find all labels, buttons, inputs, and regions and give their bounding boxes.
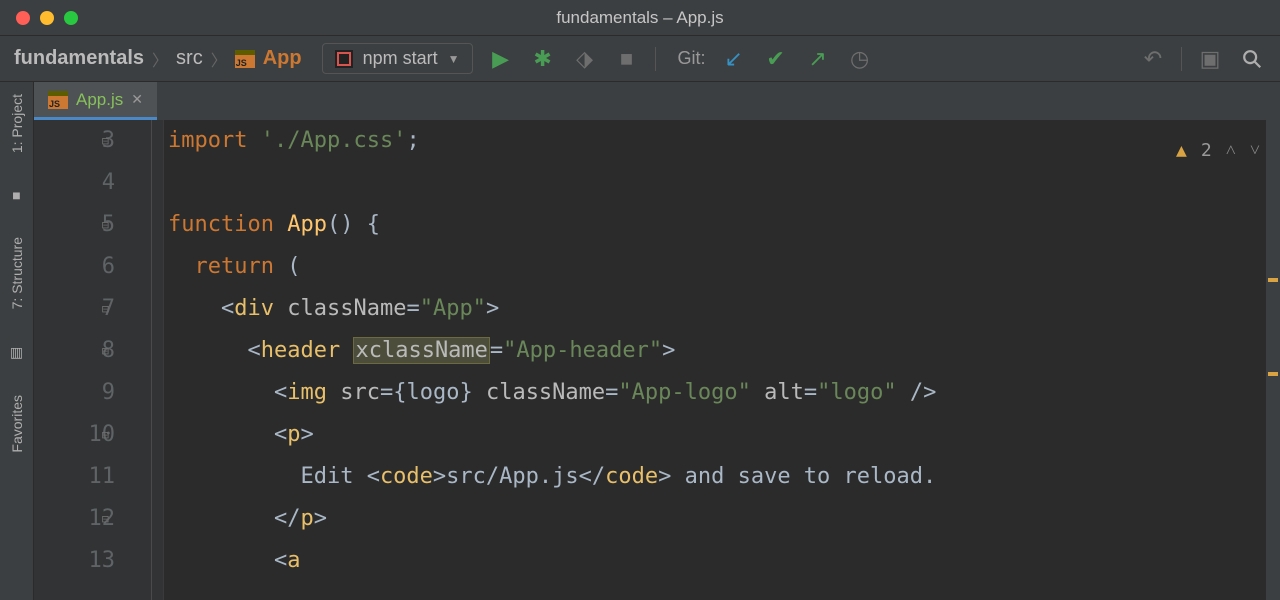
close-tab-button[interactable]: ✕: [131, 91, 143, 108]
chevron-down-icon[interactable]: ˅: [1250, 130, 1260, 172]
code-editor[interactable]: 3⊟ 4 5⊟ 6 7⊟ 8⊟ 9 10⊟ 11 12⊟ 13 import '…: [34, 120, 1280, 600]
chevron-up-icon[interactable]: ˄: [1226, 130, 1236, 172]
fold-icon[interactable]: ⊟: [102, 288, 109, 330]
chevron-right-icon: 〉: [211, 47, 227, 71]
breadcrumb-root[interactable]: fundamentals: [14, 47, 144, 70]
search-everywhere-button[interactable]: [1238, 45, 1266, 73]
structure-icon: ▥: [10, 344, 23, 361]
js-file-icon: JS: [48, 91, 68, 109]
run-config-label: npm start: [363, 48, 438, 69]
structure-tool-button[interactable]: 7: Structure: [9, 237, 25, 309]
titlebar: fundamentals – App.js: [0, 0, 1280, 36]
code-content[interactable]: import './App.css'; function App() { ret…: [164, 120, 1280, 600]
warning-icon: ▲: [1176, 130, 1187, 172]
undo-button[interactable]: ↶: [1139, 45, 1167, 73]
fold-icon[interactable]: ⊟: [102, 120, 109, 162]
breadcrumb[interactable]: fundamentals 〉 src 〉 JS App: [14, 47, 302, 71]
run-config-dropdown[interactable]: npm start ▼: [322, 43, 473, 74]
git-pull-button[interactable]: ↙: [720, 45, 748, 73]
editor-tabs: JS App.js ✕: [34, 82, 1280, 120]
git-label: Git:: [678, 48, 706, 69]
breadcrumb-file[interactable]: App: [263, 47, 302, 70]
fold-icon[interactable]: ⊟: [102, 204, 109, 246]
run-button[interactable]: ▶: [487, 45, 515, 73]
fold-icon[interactable]: ⊟: [102, 498, 109, 540]
left-tool-strip: 1: Project ■ 7: Structure ▥ Favorites: [0, 82, 34, 600]
tab-label: App.js: [76, 90, 123, 110]
chevron-down-icon: ▼: [448, 52, 460, 66]
inspections-widget[interactable]: ▲ 2 ˄ ˅: [1176, 130, 1260, 172]
gutter: 3⊟ 4 5⊟ 6 7⊟ 8⊟ 9 10⊟ 11 12⊟ 13: [34, 120, 164, 600]
coverage-button[interactable]: ⬗: [571, 45, 599, 73]
git-commit-button[interactable]: ✔: [762, 45, 790, 73]
fold-icon[interactable]: ⊟: [102, 330, 109, 372]
git-push-button[interactable]: ↗: [804, 45, 832, 73]
chevron-right-icon: 〉: [152, 47, 168, 71]
warning-mark[interactable]: [1268, 278, 1278, 282]
project-tool-button[interactable]: 1: Project: [9, 94, 25, 153]
error-stripe[interactable]: [1266, 120, 1280, 600]
warning-mark[interactable]: [1268, 372, 1278, 376]
js-file-icon: JS: [235, 50, 255, 68]
ide-scripting-button[interactable]: ▣: [1196, 45, 1224, 73]
folder-icon: ■: [12, 187, 20, 203]
window-title: fundamentals – App.js: [0, 8, 1280, 28]
stop-button[interactable]: ■: [613, 45, 641, 73]
debug-button[interactable]: ✱: [529, 45, 557, 73]
npm-icon: [335, 50, 353, 68]
favorites-tool-button[interactable]: Favorites: [9, 395, 25, 453]
fold-icon[interactable]: ⊟: [102, 414, 109, 456]
history-button[interactable]: ◷: [846, 45, 874, 73]
warning-count: 2: [1201, 130, 1212, 172]
tab-app-js[interactable]: JS App.js ✕: [34, 82, 157, 120]
toolbar: fundamentals 〉 src 〉 JS App npm start ▼ …: [0, 36, 1280, 82]
breadcrumb-folder[interactable]: src: [176, 47, 203, 70]
